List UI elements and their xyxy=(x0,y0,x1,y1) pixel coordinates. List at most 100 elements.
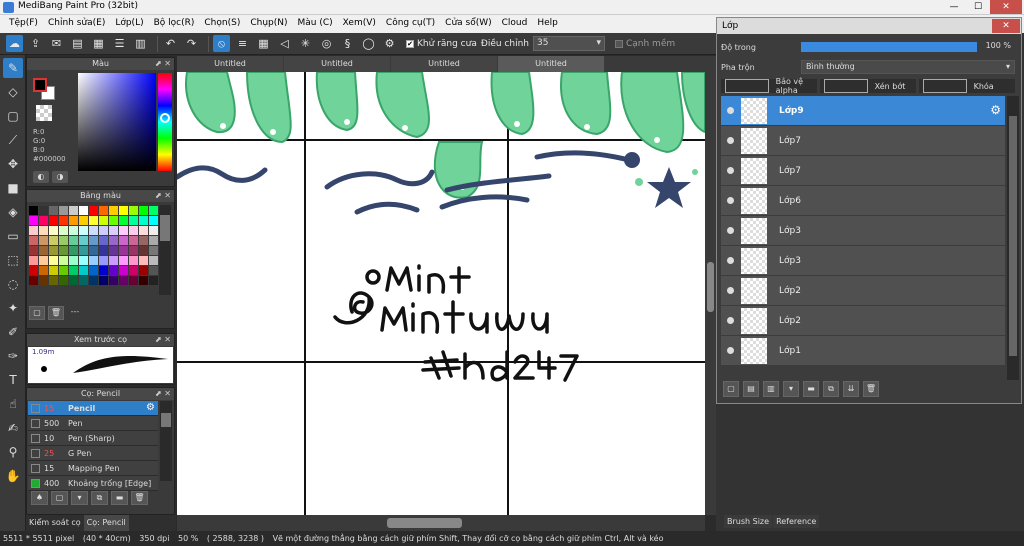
palette-swatch[interactable] xyxy=(29,256,38,265)
document-icon[interactable]: ▤ xyxy=(69,35,86,52)
saturation-value-picker[interactable] xyxy=(78,73,156,171)
eye-icon[interactable] xyxy=(727,257,734,264)
tab-brush-control[interactable]: Kiểm soát cọ xyxy=(26,515,84,531)
palette-swatch[interactable] xyxy=(69,226,78,235)
palette-swatch[interactable] xyxy=(109,246,118,255)
scroll-thumb[interactable] xyxy=(161,413,171,427)
select-pen-tool-icon[interactable]: ✐ xyxy=(3,322,23,342)
palette-swatch[interactable] xyxy=(89,216,98,225)
palette-swatch[interactable] xyxy=(149,226,158,235)
redo-icon[interactable]: ↷ xyxy=(183,35,200,52)
close-button[interactable]: ✕ xyxy=(990,0,1022,14)
eye-icon[interactable] xyxy=(727,107,734,114)
close-button[interactable]: ✕ xyxy=(992,19,1020,33)
palette-swatch[interactable] xyxy=(59,206,68,215)
menu-color[interactable]: Màu (C) xyxy=(293,15,338,33)
palette-swatch[interactable] xyxy=(69,216,78,225)
parallel-snap-icon[interactable]: ≡ xyxy=(234,35,251,52)
palette-swatch[interactable] xyxy=(29,276,38,285)
palette-swatch[interactable] xyxy=(79,256,88,265)
palette-swatch[interactable] xyxy=(129,246,138,255)
move-tool-icon[interactable]: ✥ xyxy=(3,154,23,174)
tab-reference[interactable]: Reference xyxy=(773,515,820,528)
concentric-snap-icon[interactable]: ◎ xyxy=(318,35,335,52)
palette-swatch[interactable] xyxy=(39,266,48,275)
palette-swatch[interactable] xyxy=(79,226,88,235)
brush-item[interactable]: 10 Pen (Sharp) xyxy=(28,431,158,446)
palette-swatch[interactable] xyxy=(59,226,68,235)
eyedropper-tool-icon[interactable]: ⚲ xyxy=(3,442,23,462)
eye-icon[interactable] xyxy=(727,317,734,324)
eye-icon[interactable] xyxy=(727,227,734,234)
palette-swatch[interactable] xyxy=(119,276,128,285)
hand-tool-icon[interactable]: ✋ xyxy=(3,466,23,486)
palette-swatch[interactable] xyxy=(89,276,98,285)
brush-item[interactable]: 15 Mapping Pen xyxy=(28,461,158,476)
palette-swatch[interactable] xyxy=(139,266,148,275)
rectangle-tool-icon[interactable]: ▢ xyxy=(3,106,23,126)
palette-swatch[interactable] xyxy=(129,266,138,275)
palette-swatch[interactable] xyxy=(69,266,78,275)
layer-item[interactable]: Lớp3 xyxy=(721,216,1005,245)
panel-close-icon[interactable]: ⬈ ✕ xyxy=(155,334,171,346)
undo-icon[interactable]: ↶ xyxy=(162,35,179,52)
fill-rect-tool-icon[interactable]: ■ xyxy=(3,178,23,198)
trash-icon[interactable]: 🗑 xyxy=(863,381,879,397)
palette-swatch[interactable] xyxy=(109,236,118,245)
palette-swatch[interactable] xyxy=(39,226,48,235)
lasso-tool-icon[interactable]: ◌ xyxy=(3,274,23,294)
layer-item[interactable]: Lớp7 xyxy=(721,126,1005,155)
menu-file[interactable]: Tệp(F) xyxy=(4,15,43,33)
palette-swatch[interactable] xyxy=(149,216,158,225)
trash-icon[interactable]: 🗑 xyxy=(131,491,148,505)
curve-snap-icon[interactable]: § xyxy=(339,35,356,52)
palette-swatch[interactable] xyxy=(149,236,158,245)
brush-item[interactable]: 500 Pen xyxy=(28,416,158,431)
layer-item[interactable]: Lớp3 xyxy=(721,246,1005,275)
protect-alpha-checkbox[interactable]: Bảo vệ alpha xyxy=(721,77,817,95)
canvas-horizontal-scrollbar[interactable] xyxy=(177,515,705,531)
palette-swatch[interactable] xyxy=(89,226,98,235)
palette-swatch[interactable] xyxy=(139,246,148,255)
palette-swatch[interactable] xyxy=(99,266,108,275)
eye-icon[interactable] xyxy=(727,197,734,204)
brush-copy-icon[interactable]: ⧉ xyxy=(91,491,108,505)
text-icon[interactable]: ▦ xyxy=(90,35,107,52)
palette-swatch[interactable] xyxy=(129,206,138,215)
palette-swatch[interactable] xyxy=(39,256,48,265)
panel-close-icon[interactable]: ⬈ ✕ xyxy=(155,58,171,70)
eye-icon[interactable] xyxy=(727,287,734,294)
tab-brush-pencil[interactable]: Cọ: Pencil xyxy=(83,515,129,531)
color-mode-icon[interactable]: ◐ xyxy=(33,171,49,183)
menu-layer[interactable]: Lớp(L) xyxy=(110,15,148,33)
palette-swatch[interactable] xyxy=(109,266,118,275)
palette-swatch[interactable] xyxy=(49,266,58,275)
palette-swatch[interactable] xyxy=(69,206,78,215)
palette-grid[interactable] xyxy=(29,206,158,285)
palette-swatch[interactable] xyxy=(29,226,38,235)
layer-item[interactable]: Lớp2 xyxy=(721,276,1005,305)
palette-swatch[interactable] xyxy=(129,226,138,235)
palette-swatch[interactable] xyxy=(29,216,38,225)
new-palette-icon[interactable]: ▢ xyxy=(29,306,45,320)
palette-swatch[interactable] xyxy=(89,236,98,245)
cloud-icon[interactable]: ☁ xyxy=(6,35,23,52)
palette-swatch[interactable] xyxy=(89,246,98,255)
palette-swatch[interactable] xyxy=(119,266,128,275)
grid-snap-icon[interactable]: ▦ xyxy=(255,35,272,52)
hue-knob[interactable] xyxy=(160,113,170,123)
magic-wand-tool-icon[interactable]: ✦ xyxy=(3,298,23,318)
palette-swatch[interactable] xyxy=(99,226,108,235)
palette-swatch[interactable] xyxy=(69,256,78,265)
scroll-thumb[interactable] xyxy=(1009,116,1017,356)
palette-swatch[interactable] xyxy=(89,266,98,275)
brush-item[interactable]: 400 Khoảng trống [Edge] xyxy=(28,476,158,491)
palette-swatch[interactable] xyxy=(109,256,118,265)
brush-item[interactable]: 15 Pencil ⚙ xyxy=(28,401,158,416)
scroll-thumb[interactable] xyxy=(160,215,170,241)
eraser-tool-icon[interactable]: ◇ xyxy=(3,82,23,102)
palette-swatch[interactable] xyxy=(49,276,58,285)
upload-icon[interactable]: ⇪ xyxy=(27,35,44,52)
palette-swatch[interactable] xyxy=(79,206,88,215)
tab-untitled-3[interactable]: Untitled xyxy=(391,56,497,72)
